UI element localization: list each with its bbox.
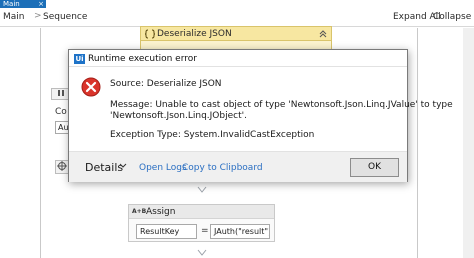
flow-arrow-icon [197, 249, 207, 256]
assign-header: A+B Assign [129, 205, 274, 219]
breadcrumb: Main > Sequence Expand All Collapse All [0, 8, 474, 27]
target-icon[interactable] [55, 160, 69, 174]
breadcrumb-main[interactable]: Main [3, 12, 25, 22]
vertical-scrollbar[interactable] [463, 28, 474, 258]
assign-value-field[interactable]: JAuth("result").ToS [210, 224, 270, 239]
collapse-all-button[interactable]: Collapse All [433, 12, 474, 22]
copy-to-clipboard-link[interactable]: Copy to Clipboard [182, 163, 263, 173]
chevron-right-icon: > [34, 11, 42, 21]
details-toggle[interactable]: Details [85, 161, 123, 174]
error-message-continued: 'Newtonsoft.Json.Linq.JObject'. [110, 111, 247, 121]
error-message: Message: Unable to cast object of type '… [110, 100, 453, 110]
dialog-title: Runtime execution error [88, 54, 197, 64]
ok-button[interactable]: OK [350, 158, 399, 177]
runtime-error-dialog: Ui Runtime execution error Source: Deser… [68, 49, 453, 182]
flow-arrow-icon [197, 186, 207, 193]
error-icon [81, 77, 101, 97]
assign-icon: A+B [132, 208, 147, 215]
close-icon[interactable]: × [38, 0, 44, 8]
chevron-up-icon[interactable] [319, 30, 327, 38]
pause-icon [58, 90, 64, 96]
chevron-down-icon[interactable] [119, 162, 127, 170]
uipath-logo: Ui [74, 54, 85, 64]
assign-activity[interactable]: A+B Assign ResultKey = JAuth("result").T… [128, 204, 275, 242]
breadcrumb-sequence[interactable]: Sequence [43, 12, 87, 22]
deserialize-json-activity[interactable]: Deserialize JSON [140, 26, 332, 41]
crosshair-icon [57, 161, 67, 171]
property-label: Co [55, 107, 67, 117]
exception-type: Exception Type: System.InvalidCastExcept… [110, 130, 315, 140]
activity-title: Deserialize JSON [157, 29, 232, 39]
assign-to-field[interactable]: ResultKey [136, 224, 197, 239]
assign-title: Assign [146, 207, 176, 217]
dialog-footer: Details Open Logs Copy to Clipboard OK [69, 151, 407, 182]
assign-operator: = [201, 226, 209, 236]
open-logs-link[interactable]: Open Logs [139, 163, 187, 173]
document-tab-main[interactable]: Main × [0, 0, 46, 8]
dialog-titlebar[interactable]: Ui Runtime execution error [69, 50, 407, 67]
json-icon [145, 29, 155, 39]
error-source: Source: Deserialize JSON [110, 79, 222, 89]
document-tab-label: Main [3, 0, 20, 8]
